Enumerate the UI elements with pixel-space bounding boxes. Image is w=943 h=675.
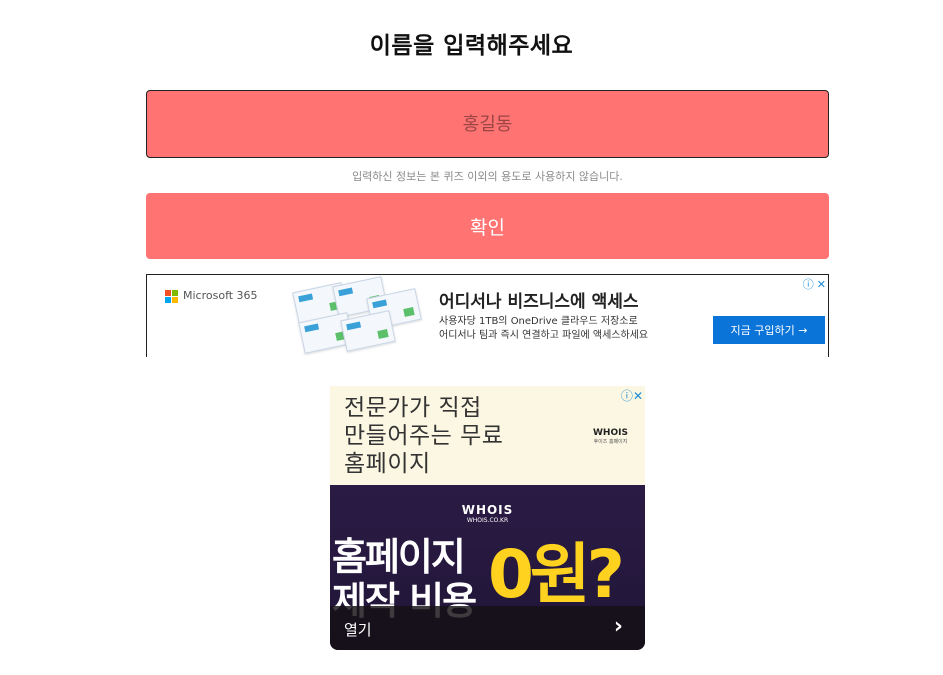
ad-description-line: 사용자당 1TB의 OneDrive 클라우드 저장소로 (439, 316, 638, 327)
microsoft-logo-icon (165, 290, 179, 304)
ad-top-text: 전문가가 직접 만들어주는 무료 홈페이지 (344, 395, 504, 477)
ad-price-text: 0원? (488, 536, 625, 613)
name-input[interactable] (146, 90, 829, 158)
whois-logo-subtext: 후이즈 홈페이지 (593, 439, 628, 445)
open-label: 열기 (344, 621, 372, 639)
ad-top-panel: 전문가가 직접 만들어주는 무료 홈페이지 WHOIS 후이즈 홈페이지 ⓘ✕ (330, 386, 645, 485)
privacy-notice: 입력하신 정보는 본 퀴즈 이외의 용도로 사용하지 않습니다. (352, 170, 623, 183)
ad-choices[interactable]: ⓘ✕ (621, 387, 643, 404)
ad-headline: 어디서나 비즈니스에 액세스 (439, 292, 639, 312)
confirm-button[interactable]: 확인 (146, 193, 829, 259)
product-screenshots-image (287, 276, 422, 357)
page-title: 이름을 입력해주세요 (369, 33, 574, 59)
ad-brand: Microsoft 365 (183, 289, 258, 302)
whois-url: WHOIS.CO.KR (466, 517, 509, 524)
microsoft-banner-ad[interactable]: Microsoft 365 어디서나 비즈니스에 액세스 사용자당 1TB의 O… (146, 274, 829, 357)
close-icon[interactable]: ✕ (633, 389, 643, 403)
chevron-right-icon: › (613, 614, 623, 639)
whois-logo: WHOIS WHOIS.CO.KR (330, 503, 645, 524)
ad-choices[interactable]: ⓘ✕ (800, 276, 826, 292)
buy-now-button[interactable]: 지금 구입하기 → (713, 316, 825, 344)
ad-info-icon[interactable]: ⓘ (803, 278, 814, 291)
whois-logo-small: WHOIS 후이즈 홈페이지 (593, 428, 628, 445)
whois-square-ad[interactable]: 전문가가 직접 만들어주는 무료 홈페이지 WHOIS 후이즈 홈페이지 ⓘ✕ … (330, 386, 645, 650)
ad-info-icon[interactable]: ⓘ (621, 389, 633, 403)
whois-logo-text: WHOIS (593, 428, 628, 438)
open-ad-bar[interactable]: 열기 › (330, 606, 645, 650)
ad-description-line: 어디서나 팀과 즉시 연결하고 파일에 액세스하세요 (439, 330, 649, 341)
ad-description: 사용자당 1TB의 OneDrive 클라우드 저장소로 어디서나 팀과 즉시 … (439, 315, 648, 343)
close-icon[interactable]: ✕ (817, 278, 826, 291)
whois-logo-text: WHOIS (461, 503, 514, 517)
